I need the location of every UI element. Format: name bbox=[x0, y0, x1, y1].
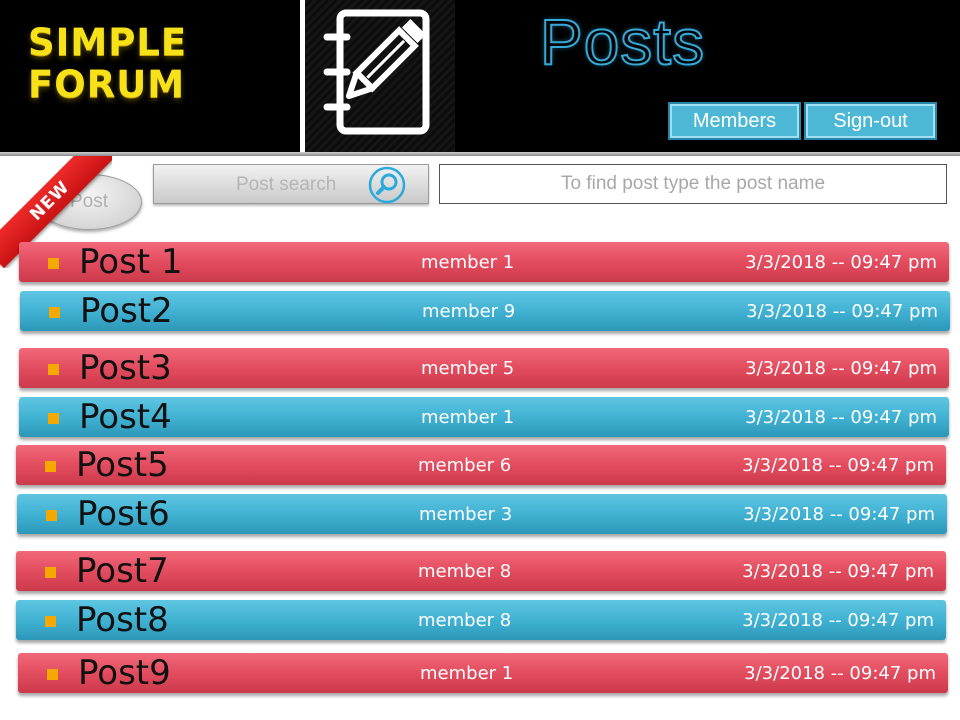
post-row-9[interactable]: Post9 member 1 3/3/2018 -- 09:47 pm bbox=[18, 653, 948, 693]
post-member: member 1 bbox=[420, 663, 514, 684]
post-date: 3/3/2018 -- 09:47 pm bbox=[745, 407, 937, 428]
square-bullet-icon bbox=[45, 461, 56, 472]
post-member: member 1 bbox=[421, 252, 515, 273]
sign-out-button[interactable]: Sign-out bbox=[804, 102, 937, 140]
square-bullet-icon bbox=[48, 258, 59, 269]
square-bullet-icon bbox=[47, 669, 58, 680]
post-date: 3/3/2018 -- 09:47 pm bbox=[742, 455, 934, 476]
magnifier-icon bbox=[368, 166, 406, 204]
post-date: 3/3/2018 -- 09:47 pm bbox=[744, 663, 936, 684]
post-member: member 8 bbox=[418, 561, 512, 582]
post-row-4[interactable]: Post4 member 1 3/3/2018 -- 09:47 pm bbox=[19, 397, 949, 437]
post-search-label: Post search bbox=[236, 174, 337, 195]
post-row-8[interactable]: Post8 member 8 3/3/2018 -- 09:47 pm bbox=[16, 600, 946, 640]
post-row-6[interactable]: Post6 member 3 3/3/2018 -- 09:47 pm bbox=[17, 494, 947, 534]
square-bullet-icon bbox=[45, 567, 56, 578]
header-separator bbox=[0, 152, 960, 156]
new-post-button[interactable]: Post bbox=[36, 174, 142, 230]
square-bullet-icon bbox=[46, 510, 57, 521]
post-date: 3/3/2018 -- 09:47 pm bbox=[745, 252, 937, 273]
logo-line-2: FORUM bbox=[28, 63, 186, 106]
post-date: 3/3/2018 -- 09:47 pm bbox=[746, 301, 938, 322]
post-member: member 8 bbox=[418, 610, 512, 631]
header-bar: SIMPLE FORUM Posts Members Sign-out bbox=[0, 0, 960, 152]
post-member: member 3 bbox=[419, 504, 513, 525]
post-title: Post7 bbox=[76, 551, 169, 591]
members-button[interactable]: Members bbox=[668, 102, 801, 140]
square-bullet-icon bbox=[48, 364, 59, 375]
post-row-3[interactable]: Post3 member 5 3/3/2018 -- 09:47 pm bbox=[19, 348, 949, 388]
header-icon-panel bbox=[305, 0, 455, 152]
post-row-7[interactable]: Post7 member 8 3/3/2018 -- 09:47 pm bbox=[16, 551, 946, 591]
square-bullet-icon bbox=[49, 307, 60, 318]
post-title: Post 1 bbox=[79, 242, 183, 282]
post-row-5[interactable]: Post5 member 6 3/3/2018 -- 09:47 pm bbox=[16, 445, 946, 485]
post-search-input[interactable] bbox=[439, 164, 947, 204]
post-title: Post9 bbox=[78, 653, 171, 693]
post-member: member 1 bbox=[421, 407, 515, 428]
logo-line-1: SIMPLE bbox=[28, 21, 188, 64]
post-date: 3/3/2018 -- 09:47 pm bbox=[742, 610, 934, 631]
square-bullet-icon bbox=[48, 413, 59, 424]
post-title: Post3 bbox=[79, 348, 172, 388]
post-title: Post4 bbox=[79, 397, 172, 437]
post-search-button[interactable]: Post search bbox=[153, 164, 429, 204]
logo: SIMPLE FORUM bbox=[0, 0, 300, 152]
post-date: 3/3/2018 -- 09:47 pm bbox=[745, 358, 937, 379]
post-title: Post8 bbox=[76, 600, 169, 640]
page-title: Posts bbox=[539, 5, 706, 79]
post-member: member 9 bbox=[422, 301, 516, 322]
new-post-label: Post bbox=[69, 191, 109, 212]
post-member: member 6 bbox=[418, 455, 512, 476]
post-member: member 5 bbox=[421, 358, 515, 379]
notebook-pencil-icon bbox=[323, 9, 430, 135]
post-title: Post5 bbox=[76, 445, 169, 485]
post-title: Post6 bbox=[77, 494, 170, 534]
post-row-2[interactable]: Post2 member 9 3/3/2018 -- 09:47 pm bbox=[20, 291, 950, 331]
post-row-1[interactable]: Post 1 member 1 3/3/2018 -- 09:47 pm bbox=[19, 242, 949, 282]
post-title: Post2 bbox=[80, 291, 173, 331]
post-date: 3/3/2018 -- 09:47 pm bbox=[743, 504, 935, 525]
post-date: 3/3/2018 -- 09:47 pm bbox=[742, 561, 934, 582]
square-bullet-icon bbox=[45, 616, 56, 627]
logo-text: SIMPLE FORUM bbox=[28, 22, 187, 106]
